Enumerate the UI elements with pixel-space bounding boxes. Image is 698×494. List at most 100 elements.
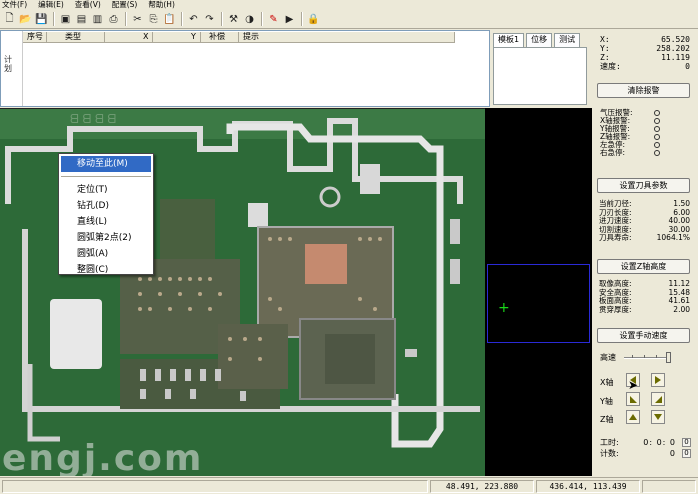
print-icon[interactable]: ⎙ <box>106 12 121 27</box>
reset-count-button[interactable]: 0 <box>682 449 691 458</box>
col-header-hint[interactable]: 提示 <box>239 32 455 42</box>
cut-icon[interactable]: ✂ <box>130 12 145 27</box>
new-file-icon[interactable]: 🗋 <box>2 12 17 27</box>
speed-slider-wrap <box>597 352 692 366</box>
alarm-right-estop-label: 右急停: <box>600 148 626 157</box>
alarm-led <box>654 134 660 140</box>
y-coord-label: Y: <box>600 44 610 53</box>
slider-tick <box>656 355 657 358</box>
speed-slider-thumb[interactable] <box>666 352 671 363</box>
reset-time-button[interactable]: 0 <box>682 438 691 447</box>
speed-slider[interactable] <box>624 352 671 363</box>
menu-item-arc[interactable]: 圆弧(A) <box>59 246 153 262</box>
toolbar-separator <box>181 12 183 26</box>
set-manual-speed-button[interactable]: 设置手动速度 <box>597 328 690 343</box>
page-icon[interactable]: ▥ <box>90 12 105 27</box>
mouse-cursor-icon: ➤ <box>628 378 639 392</box>
menu-separator <box>61 176 151 177</box>
arrow-right-icon <box>655 376 661 384</box>
menu-item-line[interactable]: 直线(L) <box>59 214 153 230</box>
menu-config[interactable]: 配置(S) <box>112 0 138 10</box>
menu-view[interactable]: 查看(V) <box>75 0 101 10</box>
camera-icon[interactable]: ▣ <box>58 12 73 27</box>
redo-icon[interactable]: ↷ <box>202 12 217 27</box>
contrast-icon[interactable]: ◑ <box>242 12 257 27</box>
lock-icon[interactable]: 🔒 <box>306 12 321 27</box>
count-value: 0 <box>669 449 676 458</box>
arrow-down-icon <box>654 414 662 420</box>
menu-item-circle[interactable]: 整圆(C) <box>59 262 153 278</box>
y-jog-down-left-button[interactable] <box>626 392 640 406</box>
z-coord-label: Z: <box>600 53 610 62</box>
menu-item-drill[interactable]: 钻孔(D) <box>59 198 153 214</box>
status-position-2: 436.414, 113.439 <box>536 480 640 493</box>
coordinates-readout: X: 65.520 Y: 258.202 Z: 11.119 速度: 0 <box>600 35 690 71</box>
z-axis-label: Z轴 <box>600 415 614 424</box>
status-message <box>2 480 428 493</box>
toolbar: 🗋 📂 💾 ▣ ▤ ▥ ⎙ ✂ ⎘ 📋 ↶ ↷ ⚒ ◑ ✎ ▶ 🔒 <box>0 10 698 29</box>
open-folder-icon[interactable]: 📂 <box>18 12 33 27</box>
alarm-led <box>654 150 660 156</box>
tool-life-label: 刀具寿命: <box>599 233 632 242</box>
crosshair-icon: + <box>498 300 510 316</box>
alarm-led <box>654 110 660 116</box>
arrow-diagonal-icon <box>654 395 662 403</box>
arrow-diagonal-icon <box>629 395 637 403</box>
undo-icon[interactable]: ↶ <box>186 12 201 27</box>
tab-test[interactable]: 测试 <box>554 33 581 47</box>
col-header-type[interactable]: 类型 <box>47 32 105 42</box>
status-extra <box>642 480 696 493</box>
col-header-compensation[interactable]: 补偿 <box>201 32 239 42</box>
save-icon[interactable]: 💾 <box>34 12 49 27</box>
tool-life-value: 1064.1% <box>656 233 690 242</box>
program-table[interactable]: 计划 序号 类型 X Y 补偿 提示 <box>0 30 490 107</box>
tool-params-list: 当前刀径: 1.50 刀刃长度: 6.00 进刀速度: 40.00 切割速度: 30.0… <box>599 199 690 243</box>
pierce-thickness-value: 2.00 <box>673 304 690 314</box>
disk-icon[interactable]: ▤ <box>74 12 89 27</box>
toolbar-separator <box>53 12 55 26</box>
paste-icon[interactable]: 📋 <box>162 12 177 27</box>
tab-template1[interactable]: 模板1 <box>493 33 525 47</box>
status-bar: 48.491, 223.880 436.414, 113.439 <box>0 477 698 494</box>
toolbar-separator <box>221 12 223 26</box>
col-header-x[interactable]: X <box>105 32 153 42</box>
set-z-height-button[interactable]: 设置Z轴高度 <box>597 259 690 274</box>
menu-edit[interactable]: 编辑(E) <box>38 0 64 10</box>
tools-icon[interactable]: ⚒ <box>226 12 241 27</box>
x-jog-right-button[interactable] <box>651 373 665 387</box>
col-header-y[interactable]: Y <box>153 32 201 42</box>
tab-strip: 模板1 位移 测试 <box>493 33 582 47</box>
count-label: 计数: <box>600 449 619 458</box>
template-tabs-panel: 模板1 位移 测试 <box>491 30 589 107</box>
z-coord-value: 11.119 <box>661 53 690 62</box>
z-params-list: 取像高度: 11.12 安全高度: 15.48 板面高度: 41.61 贯穿厚度: 2.… <box>599 279 690 314</box>
y-jog-down-right-button[interactable] <box>651 392 665 406</box>
work-counter: 工时: 0: 0: 0 0 计数: 0 0 <box>600 438 695 458</box>
table-header: 序号 类型 X Y 补偿 提示 <box>23 32 455 43</box>
menu-item-locate[interactable]: 定位(T) <box>59 182 153 198</box>
copy-icon[interactable]: ⎘ <box>146 12 161 27</box>
x-coord-label: X: <box>600 35 610 44</box>
control-panel: X: 65.520 Y: 258.202 Z: 11.119 速度: 0 清除报警 气压… <box>592 30 698 476</box>
set-tool-params-button[interactable]: 设置刀具参数 <box>597 178 690 193</box>
menu-bar: 文件(F) 编辑(E) 查看(V) 配置(S) 帮助(H) <box>0 0 698 10</box>
alarm-led <box>654 118 660 124</box>
arrow-up-icon <box>629 414 637 420</box>
overview-preview[interactable]: + <box>485 108 592 476</box>
menu-file[interactable]: 文件(F) <box>2 0 27 10</box>
col-header-index[interactable]: 序号 <box>23 32 47 42</box>
z-jog-down-button[interactable] <box>651 410 665 424</box>
context-menu: 移动至此(M) 定位(T) 钻孔(D) 直线(L) 圆弧第2点(2) 圆弧(A)… <box>58 153 154 275</box>
play-icon[interactable]: ▶ <box>282 12 297 27</box>
menu-item-move-here[interactable]: 移动至此(M) <box>61 156 151 172</box>
alarm-led <box>654 142 660 148</box>
tab-offset[interactable]: 位移 <box>526 33 553 47</box>
clear-alarm-button[interactable]: 清除报警 <box>597 83 690 98</box>
preview-view-box: + <box>487 264 590 343</box>
menu-item-arc-point2[interactable]: 圆弧第2点(2) <box>59 230 153 246</box>
menu-help[interactable]: 帮助(H) <box>148 0 175 10</box>
toolbar-separator <box>125 12 127 26</box>
pen-icon[interactable]: ✎ <box>266 12 281 27</box>
z-jog-up-button[interactable] <box>626 410 640 424</box>
x-coord-value: 65.520 <box>661 35 690 44</box>
